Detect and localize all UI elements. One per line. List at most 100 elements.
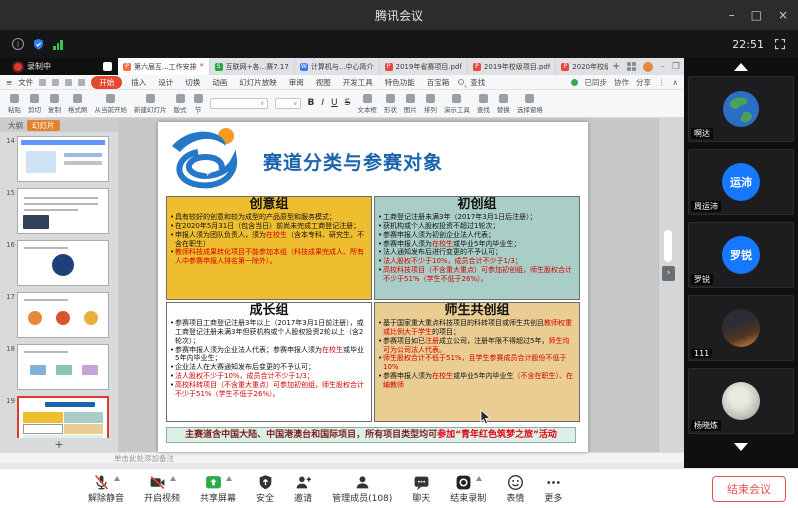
caret-up-icon[interactable] [114, 476, 120, 481]
menu-item-插入[interactable]: 插入 [128, 77, 149, 88]
ribbon-button-9[interactable]: I [321, 98, 324, 109]
wps-account-avatar[interactable] [643, 62, 653, 72]
toolbar-camera-off[interactable]: 开启视频 [144, 474, 180, 504]
print-icon[interactable] [52, 79, 59, 86]
fullscreen-icon[interactable] [774, 38, 786, 50]
ribbon-button-5[interactable]: 新建幻灯片 [134, 94, 167, 114]
close-button[interactable]: × [778, 8, 788, 22]
menu-item-审阅[interactable]: 审阅 [286, 77, 307, 88]
document-tab[interactable]: P2020年校级项目.pdf [556, 58, 608, 75]
caret-up-icon[interactable] [170, 476, 176, 481]
document-tab[interactable]: P第六届互...工作安排* [118, 58, 210, 75]
redo-icon[interactable] [78, 79, 85, 86]
tab-list-icon[interactable] [627, 62, 636, 71]
recording-dot-icon [14, 63, 22, 71]
slide-thumbnail-18[interactable]: 18 [4, 344, 114, 390]
font-name-select[interactable]: ∨ [210, 98, 268, 109]
ribbon-button-12[interactable]: 文本框 [357, 94, 377, 114]
menu-item-设计[interactable]: 设计 [155, 77, 176, 88]
maximize-button[interactable]: □ [751, 8, 762, 22]
ribbon-button-8[interactable]: B [308, 98, 315, 109]
font-size-select[interactable]: ∨ [275, 98, 301, 109]
document-tab[interactable]: P2019年校级项目.pdf [468, 58, 556, 75]
scroll-up-icon[interactable] [734, 63, 748, 71]
document-tab[interactable]: S互联网+各...赛7.17 [210, 58, 295, 75]
undo-icon[interactable] [65, 79, 72, 86]
scroll-down-icon[interactable] [734, 443, 748, 451]
ribbon-button-3[interactable]: 格式刷 [68, 94, 88, 114]
participant-tile[interactable]: 罗锐罗锐 [688, 222, 794, 288]
slide-thumbnail-17[interactable]: 17 [4, 292, 114, 338]
collaborate-button[interactable]: 协作 [614, 77, 629, 88]
caret-up-icon[interactable] [226, 476, 232, 481]
scrollbar-thumb[interactable] [664, 230, 672, 262]
more-menu-icon[interactable]: ⋮ [658, 78, 666, 87]
menu-item-视图[interactable]: 视图 [313, 77, 334, 88]
ribbon-button-18[interactable]: 替换 [497, 94, 510, 114]
caret-up-icon[interactable] [476, 476, 482, 481]
collapse-ribbon-icon[interactable]: ∧ [673, 78, 679, 87]
toolbar-chat[interactable]: 聊天 [412, 474, 430, 504]
tab-outline[interactable]: 大纲 [8, 120, 23, 131]
ribbon-button-10[interactable]: U [331, 98, 338, 109]
menu-item-百宝箱[interactable]: 百宝箱 [424, 77, 453, 88]
ribbon-button-17[interactable]: 查找 [477, 94, 490, 114]
menu-item-开始[interactable]: 开始 [91, 76, 122, 89]
ribbon-button-2[interactable]: 复制 [48, 94, 61, 114]
ribbon-button-16[interactable]: 演示工具 [444, 94, 470, 114]
wps-restore-button[interactable]: ❐ [672, 62, 680, 72]
ribbon-button-4[interactable]: 从当前开始 [95, 94, 128, 114]
document-tab[interactable]: P2019年省赛项目.pdf [380, 58, 468, 75]
notes-bar[interactable]: 单击此处添加备注 [0, 452, 684, 463]
hamburger-icon[interactable]: ≡ [6, 78, 12, 87]
add-slide-button[interactable]: + [0, 438, 118, 452]
ribbon-button-7[interactable]: 节 [194, 94, 203, 114]
toolbar-screen-share[interactable]: 共享屏幕 [200, 474, 236, 504]
toolbar-invite[interactable]: 邀请 [294, 474, 312, 504]
security-shield-icon[interactable] [32, 38, 45, 51]
search-label[interactable]: 查找 [470, 77, 485, 88]
participant-tile[interactable]: 运沛周运沛 [688, 149, 794, 215]
meeting-info-icon[interactable]: i [12, 38, 24, 50]
tab-slides[interactable]: 幻灯片 [27, 120, 60, 131]
menu-item-特色功能[interactable]: 特色功能 [382, 77, 418, 88]
participant-tile[interactable]: 杨晓炼 [688, 368, 794, 434]
menu-item-动画[interactable]: 动画 [209, 77, 230, 88]
ribbon-button-13[interactable]: 形状 [384, 94, 397, 114]
document-tab[interactable]: W计算机与...中心简介 [295, 58, 380, 75]
group-bullet-line: •高校科转项目（不含重大重点）可参加初创组，师生股权合计不少于51%（学生不低于… [170, 381, 368, 399]
new-tab-button[interactable]: + [612, 61, 620, 72]
slide-canvas[interactable]: + 赛道分类与参赛对象 创意组•具有较好的创意和较为成型的产品原型和服务模式；•… [158, 122, 588, 452]
toolbar-shield[interactable]: 安全 [256, 474, 274, 504]
participant-tile[interactable]: 啊达 [688, 76, 794, 142]
slide-thumbnail-16[interactable]: 16 [4, 240, 114, 286]
ribbon-button-11[interactable]: S [345, 98, 351, 109]
ribbon-button-19[interactable]: 选择窗格 [517, 94, 543, 114]
ribbon-button-1[interactable]: 剪切 [28, 94, 41, 114]
save-icon[interactable] [39, 79, 46, 86]
group-bullet-line: •高校科技项目（不含重大重点）可参加初创组，师生股权合计不少于51%（学生不低于… [378, 266, 576, 284]
stop-recording-icon[interactable] [103, 62, 112, 71]
menu-item-幻灯片放映[interactable]: 幻灯片放映 [236, 77, 280, 88]
file-menu[interactable]: 文件 [18, 77, 33, 88]
end-meeting-button[interactable]: 结束会议 [712, 476, 786, 502]
toolbar-stop-record[interactable]: 结束录制 [450, 474, 486, 504]
minimize-button[interactable]: – [729, 8, 735, 22]
slide-thumbnail-15[interactable]: 15 [4, 188, 114, 234]
ribbon-button-15[interactable]: 排列 [424, 94, 437, 114]
expand-pane-button[interactable]: › [662, 266, 675, 281]
toolbar-more[interactable]: 更多 [544, 474, 562, 504]
share-button[interactable]: 分享 [636, 77, 651, 88]
toolbar-members[interactable]: 管理成员(108) [332, 474, 392, 504]
menu-item-开发工具[interactable]: 开发工具 [340, 77, 376, 88]
participant-tile[interactable]: 111 [688, 295, 794, 361]
slide-thumbnail-19[interactable]: 19 [4, 396, 114, 438]
slide-thumbnail-14[interactable]: 14 [4, 136, 114, 182]
wps-minimize-button[interactable]: – [660, 62, 665, 72]
ribbon-button-0[interactable]: 粘贴 [8, 94, 21, 114]
toolbar-emoji[interactable]: 表情 [506, 474, 524, 504]
toolbar-mic-muted[interactable]: 解除静音 [88, 474, 124, 504]
menu-item-切换[interactable]: 切换 [182, 77, 203, 88]
ribbon-button-6[interactable]: 版式 [174, 94, 187, 114]
ribbon-button-14[interactable]: 图片 [404, 94, 417, 114]
